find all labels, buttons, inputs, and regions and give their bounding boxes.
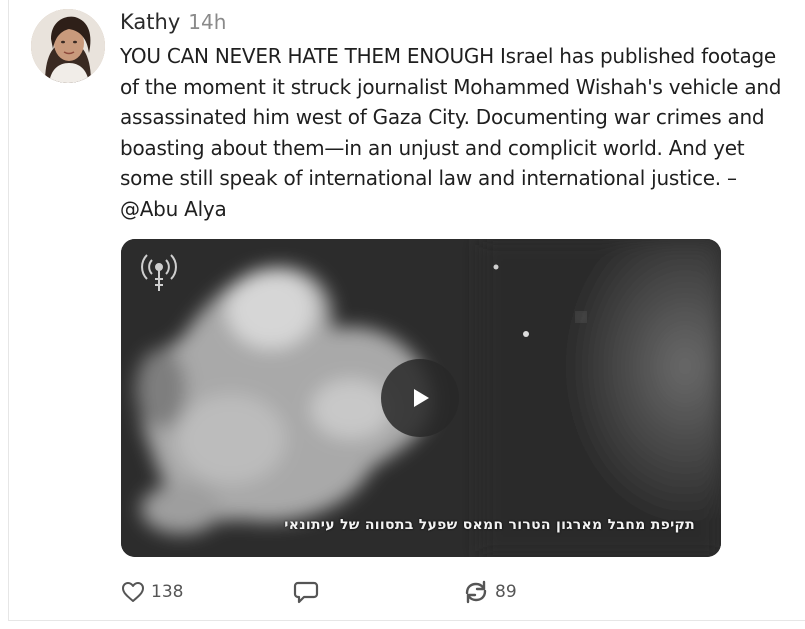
avatar-image [31,9,105,83]
repost-button[interactable]: 89 [463,577,517,607]
author-name[interactable]: Kathy [120,10,180,34]
like-button[interactable]: 138 [121,577,183,607]
play-icon [414,389,429,407]
like-count: 138 [151,582,184,602]
post-timestamp[interactable]: 14h [188,10,226,34]
repost-arrows-icon [465,580,487,604]
video-caption: תקיפת מחבל מארגון הטרור חמאס שפעל בתסווה… [284,517,695,533]
avatar[interactable] [31,9,105,83]
speech-bubble-icon [293,581,319,604]
post-actions: 138 89 [121,577,721,607]
repost-count: 89 [495,582,517,602]
post-header: Kathy 14h [120,10,226,42]
post-card: Kathy 14h YOU CAN NEVER HATE THEM ENOUGH… [8,0,805,621]
post-text: YOU CAN NEVER HATE THEM ENOUGH Israel ha… [120,44,782,221]
heart-icon [122,582,144,602]
play-button[interactable] [381,359,459,437]
reply-button[interactable] [293,577,319,607]
video-player[interactable]: תקיפת מחבל מארגון הטרור חמאס שפעל בתסווה… [121,239,721,557]
